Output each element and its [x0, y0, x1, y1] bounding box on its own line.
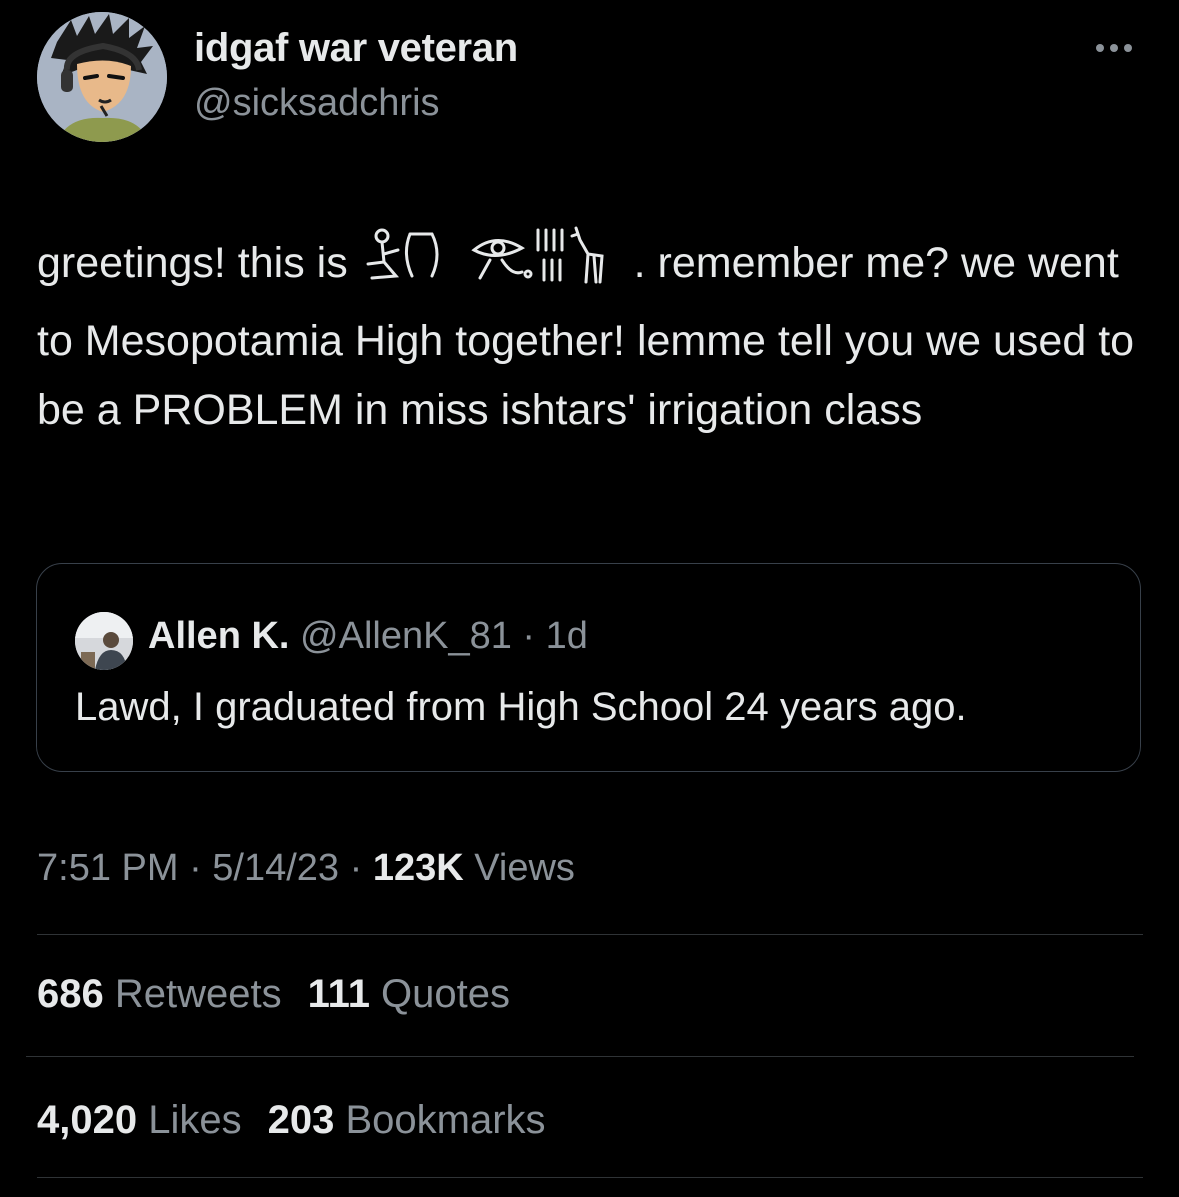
author-avatar[interactable] [37, 12, 167, 142]
hieroglyphs-icon [362, 224, 632, 307]
likes-label: Likes [137, 1098, 242, 1142]
quoted-author-name[interactable]: Allen K. [148, 615, 289, 657]
photo-avatar-icon [75, 612, 133, 670]
tweet-text: greetings! this is . remember me? we wen… [37, 224, 1147, 445]
retweets-count: 686 [37, 972, 104, 1016]
quoted-author-avatar[interactable] [75, 612, 133, 670]
tweet-timestamp: 7:51 PM · 5/14/23 · 123K Views [37, 847, 575, 890]
more-options-button[interactable] [1090, 36, 1138, 60]
views-count: 123K [372, 847, 464, 889]
divider [37, 1177, 1143, 1178]
cartoon-avatar-icon [37, 12, 167, 142]
author-handle[interactable]: @sicksadchris [194, 82, 440, 125]
more-dot [1110, 44, 1118, 52]
views-label: Views [463, 847, 575, 889]
more-dot [1096, 44, 1104, 52]
bookmarks-count: 203 [267, 1098, 335, 1142]
stats-row-shares: 686 Retweets 111 Quotes [37, 972, 510, 1017]
quotes-count: 111 [307, 972, 370, 1016]
time-date[interactable]: 7:51 PM · 5/14/23 · [37, 847, 373, 889]
likes-stat[interactable]: 4,020 Likes [37, 1098, 242, 1142]
likes-count: 4,020 [37, 1098, 138, 1142]
divider [26, 1056, 1134, 1057]
retweets-stat[interactable]: 686 Retweets [37, 972, 282, 1016]
quotes-stat[interactable]: 111 Quotes [308, 972, 510, 1016]
quotes-label: Quotes [369, 972, 511, 1016]
bookmarks-label: Bookmarks [334, 1098, 546, 1142]
bookmarks-stat[interactable]: 203 Bookmarks [268, 1098, 546, 1142]
quoted-tweet-card[interactable]: Allen K. @AllenK_81 · 1d Lawd, I graduat… [36, 563, 1141, 772]
stats-row-likes: 4,020 Likes 203 Bookmarks [37, 1098, 546, 1143]
divider [37, 934, 1143, 935]
quoted-tweet-header: Allen K. @AllenK_81 · 1d [148, 612, 588, 660]
retweets-label: Retweets [103, 972, 282, 1016]
more-dot [1124, 44, 1132, 52]
tweet-text-part-1: greetings! this is [37, 238, 360, 287]
hieroglyph-glyphs [366, 226, 604, 284]
author-display-name[interactable]: idgaf war veteran [194, 26, 518, 71]
quoted-author-handle-time[interactable]: @AllenK_81 · 1d [300, 615, 588, 657]
quoted-tweet-text: Lawd, I graduated from High School 24 ye… [75, 685, 967, 729]
